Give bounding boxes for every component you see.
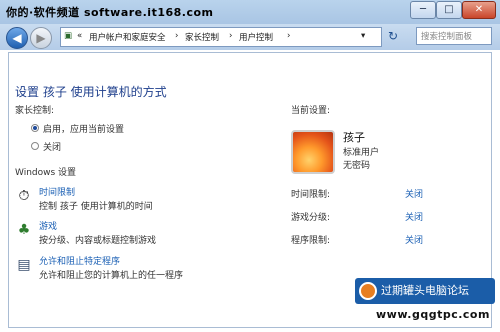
radio-enable-label[interactable]: 启用，应用当前设置 — [43, 122, 124, 135]
address-bar[interactable]: ▣ « 用户帐户和家庭安全 › 家长控制 › 用户控制 › ▾ — [60, 27, 382, 47]
minimize-button[interactable]: ─ — [410, 1, 436, 19]
allow-block-programs-description: 允许和阻止您的计算机上的任一程序 — [39, 271, 184, 281]
breadcrumb-user-controls[interactable]: 用户控制 — [239, 31, 273, 43]
radio-enable[interactable] — [31, 124, 39, 132]
program-limits-status-label: 程序限制: — [291, 236, 331, 246]
breadcrumb-separator-icon: › — [287, 31, 291, 41]
control-panel-icon: ▣ — [64, 31, 73, 41]
user-avatar — [291, 130, 335, 174]
time-limits-status-value[interactable]: 关闭 — [405, 187, 423, 200]
title-bar: 你的·软件频道 software.it168.com ─ □ ✕ — [0, 0, 500, 24]
program-limits-status-value[interactable]: 关闭 — [405, 233, 423, 246]
current-settings-label: 当前设置: — [291, 106, 331, 116]
games-description: 按分级、内容或标题控制游戏 — [39, 236, 157, 246]
close-button[interactable]: ✕ — [462, 1, 496, 19]
maximize-button[interactable]: □ — [436, 1, 462, 19]
clock-icon: ⏱ — [18, 188, 30, 204]
forum-logo: 过期罐头电脑论坛 — [355, 278, 495, 304]
user-password-status: 无密码 — [343, 161, 371, 171]
radio-off[interactable] — [31, 142, 39, 150]
breadcrumb-separator-icon: › — [229, 31, 233, 41]
page-title: 设置 孩子 使用计算机的方式 — [15, 85, 167, 99]
forum-logo-text: 过期罐头电脑论坛 — [381, 284, 469, 297]
breadcrumb-parental-controls[interactable]: 家长控制 — [185, 31, 219, 43]
radio-off-label[interactable]: 关闭 — [43, 140, 61, 153]
refresh-icon[interactable]: ↻ — [388, 29, 398, 43]
time-limits-status-label: 时间限制: — [291, 190, 331, 200]
windows-settings-label: Windows 设置 — [15, 168, 77, 178]
game-rating-status-value[interactable]: 关闭 — [405, 210, 423, 223]
program-icon: ▤ — [17, 257, 31, 273]
logo-ring-icon — [359, 282, 377, 300]
forum-url: www.gqgtpc.com — [376, 308, 490, 321]
address-overflow-chevron[interactable]: « — [77, 31, 82, 41]
parental-control-label: 家长控制: — [15, 106, 55, 116]
time-limits-description: 控制 孩子 使用计算机的时间 — [39, 202, 153, 212]
breadcrumb-separator-icon: › — [175, 31, 179, 41]
address-dropdown-icon[interactable]: ▾ — [361, 31, 365, 41]
navigation-toolbar: ◀ ▶ ▣ « 用户帐户和家庭安全 › 家长控制 › 用户控制 › ▾ ↻ 搜索… — [0, 24, 500, 50]
games-link[interactable]: 游戏 — [39, 219, 57, 232]
allow-block-programs-link[interactable]: 允许和阻止特定程序 — [39, 254, 120, 267]
back-button[interactable]: ◀ — [6, 27, 28, 49]
search-input[interactable]: 搜索控制面板 — [416, 27, 492, 45]
forward-button[interactable]: ▶ — [30, 27, 52, 49]
game-rating-status-label: 游戏分级: — [291, 213, 331, 223]
user-name: 孩子 — [343, 131, 365, 144]
watermark-text: 你的·软件频道 software.it168.com — [6, 6, 214, 19]
time-limits-link[interactable]: 时间限制 — [39, 185, 75, 198]
game-icon: ♣ — [17, 222, 31, 238]
breadcrumb-user-accounts[interactable]: 用户帐户和家庭安全 — [89, 31, 166, 43]
user-type: 标准用户 — [343, 148, 380, 158]
